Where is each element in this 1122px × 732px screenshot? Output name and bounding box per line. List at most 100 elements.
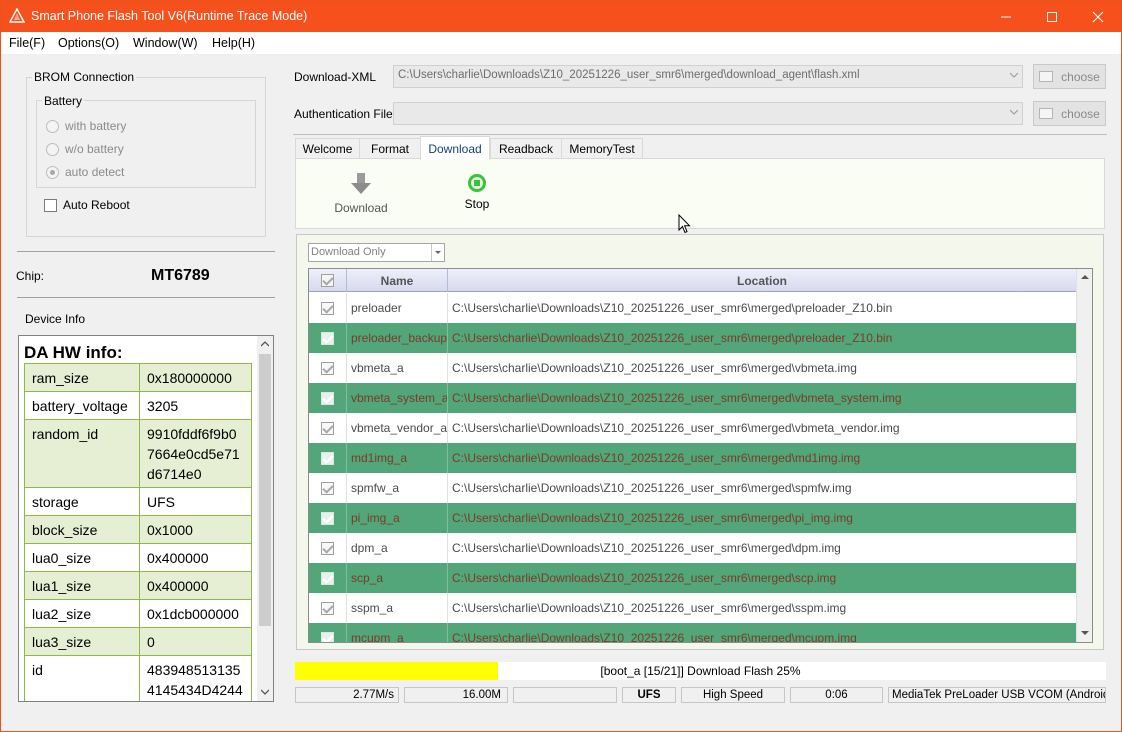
select-all-checkbox[interactable] (309, 269, 347, 292)
download-mode-select[interactable]: Download Only (308, 243, 445, 262)
minimize-button[interactable] (983, 1, 1029, 32)
table-row[interactable]: dpm_a C:\Users\charlie\Downloads\Z10_2025… (309, 533, 1076, 563)
download-xml-value: C:\Users\charlie\Downloads\Z10_20251226_… (398, 69, 860, 81)
table-row[interactable]: md1img_a C:\Users\charlie\Downloads\Z10_2… (309, 443, 1076, 473)
table-row[interactable]: vbmeta_vendor_a C:\Users\charlie\Download… (309, 413, 1076, 443)
choose-auth-file-button[interactable]: choose (1033, 101, 1106, 126)
tab-welcome[interactable]: Welcome (295, 138, 360, 159)
partition-name: vbmeta_vendor_a (347, 413, 448, 443)
partition-location[interactable]: C:\Users\charlie\Downloads\Z10_20251226_… (448, 473, 1076, 503)
column-header-name[interactable]: Name (347, 269, 448, 292)
radio-auto-detect[interactable]: auto detect (46, 165, 124, 179)
partition-location[interactable]: C:\Users\charlie\Downloads\Z10_20251226_… (448, 353, 1076, 383)
tab-format[interactable]: Format (359, 138, 421, 159)
partition-location[interactable]: C:\Users\charlie\Downloads\Z10_20251226_… (448, 383, 1076, 413)
partition-location[interactable]: C:\Users\charlie\Downloads\Z10_20251226_… (448, 533, 1076, 563)
row-checkbox[interactable] (309, 323, 347, 353)
partition-location[interactable]: C:\Users\charlie\Downloads\Z10_20251226_… (448, 443, 1076, 473)
partition-name: scp_a (347, 563, 448, 593)
table-row[interactable]: sspm_a C:\Users\charlie\Downloads\Z10_202… (309, 593, 1076, 623)
divider (293, 134, 1107, 135)
menu-help[interactable]: Help(H) (212, 36, 255, 50)
maximize-button[interactable] (1029, 1, 1075, 32)
table-row[interactable]: preloader C:\Users\charlie\Downloads\Z10_… (309, 293, 1076, 323)
chevron-down-icon (1010, 72, 1018, 78)
checkbox-icon (321, 511, 334, 525)
radio-circle-selected (46, 165, 59, 179)
row-checkbox[interactable] (309, 623, 347, 642)
stop-button-label: Stop (464, 197, 490, 211)
table-row[interactable]: vbmeta_a C:\Users\charlie\Downloads\Z10_2… (309, 353, 1076, 383)
download-progress-bar: [boot_a [15/21]] Download Flash 25% (295, 662, 1106, 680)
partition-location[interactable]: C:\Users\charlie\Downloads\Z10_20251226_… (448, 623, 1076, 642)
row-checkbox[interactable] (309, 533, 347, 563)
partition-location[interactable]: C:\Users\charlie\Downloads\Z10_20251226_… (448, 323, 1076, 353)
table-row[interactable]: preloader_backup C:\Users\charlie\Downloa… (309, 323, 1076, 353)
radio-with-battery[interactable]: with battery (46, 119, 126, 133)
app-logo-icon (9, 8, 25, 23)
stop-icon (468, 174, 486, 192)
row-checkbox[interactable] (309, 473, 347, 503)
row-checkbox[interactable] (309, 593, 347, 623)
table-row[interactable]: pi_img_a C:\Users\charlie\Downloads\Z10_2… (309, 503, 1076, 533)
scrollbar-thumb[interactable] (259, 354, 271, 626)
row-checkbox[interactable] (309, 563, 347, 593)
download-button[interactable]: Download (331, 171, 391, 215)
choose-download-xml-button[interactable]: choose (1033, 64, 1106, 89)
table-scrollbar[interactable] (1076, 269, 1092, 642)
row-checkbox[interactable] (309, 503, 347, 533)
table-row[interactable]: mcupm_a C:\Users\charlie\Downloads\Z10_20… (309, 623, 1076, 642)
scroll-down-icon[interactable] (261, 689, 269, 695)
tab-readback[interactable]: Readback (490, 138, 562, 159)
partition-location[interactable]: C:\Users\charlie\Downloads\Z10_20251226_… (448, 593, 1076, 623)
menu-options[interactable]: Options(O) (58, 36, 119, 50)
device-info-scrollbar[interactable] (257, 336, 273, 701)
download-xml-select[interactable]: C:\Users\charlie\Downloads\Z10_20251226_… (393, 65, 1023, 88)
column-header-location[interactable]: Location (448, 269, 1076, 292)
title-bar[interactable]: Smart Phone Flash Tool V6(Runtime Trace … (1, 1, 1121, 32)
partition-location[interactable]: C:\Users\charlie\Downloads\Z10_20251226_… (448, 293, 1076, 323)
hw-row-random-id: random_id 9910fddf6f9b07664e0cd5e71d6714e… (24, 419, 252, 488)
hw-value: 0x180000000 (139, 363, 252, 392)
hw-key: lua1_size (24, 571, 140, 600)
table-row[interactable]: scp_a C:\Users\charlie\Downloads\Z10_2025… (309, 563, 1076, 593)
auth-file-select[interactable] (393, 102, 1023, 125)
menu-window[interactable]: Window(W) (133, 36, 198, 50)
row-checkbox[interactable] (309, 443, 347, 473)
stop-button[interactable]: Stop (452, 173, 502, 211)
hw-row-lua2-size: lua2_size 0x1dcb000000 (24, 599, 252, 628)
row-checkbox[interactable] (309, 293, 347, 323)
tab-download[interactable]: Download (420, 136, 490, 160)
chip-label: Chip: (16, 269, 45, 283)
download-xml-label: Download-XML (294, 70, 377, 84)
checkbox-icon (321, 451, 334, 465)
divider (17, 251, 275, 252)
partition-location[interactable]: C:\Users\charlie\Downloads\Z10_20251226_… (448, 413, 1076, 443)
row-checkbox[interactable] (309, 383, 347, 413)
device-info-panel[interactable]: DA HW info: ram_size 0x180000000 battery_… (18, 335, 274, 702)
tab-memorytest[interactable]: MemoryTest (561, 138, 643, 159)
close-button[interactable] (1075, 1, 1121, 32)
auto-reboot-checkbox[interactable]: Auto Reboot (44, 198, 130, 212)
hw-row-lua3-size: lua3_size 0 (24, 627, 252, 656)
hw-row-lua0-size: lua0_size 0x400000 (24, 543, 252, 572)
hw-row-storage: storage UFS (24, 487, 252, 516)
partition-location[interactable]: C:\Users\charlie\Downloads\Z10_20251226_… (448, 563, 1076, 593)
partition-table[interactable]: Name Location preloader C:\Users\charlie\… (308, 268, 1093, 643)
app-window: Smart Phone Flash Tool V6(Runtime Trace … (0, 0, 1122, 732)
row-checkbox[interactable] (309, 413, 347, 443)
hw-value: 0x1000 (139, 515, 252, 544)
chip-value: MT6789 (151, 267, 210, 284)
partition-location[interactable]: C:\Users\charlie\Downloads\Z10_20251226_… (448, 503, 1076, 533)
scroll-up-icon[interactable] (261, 341, 269, 347)
button-label: choose (1061, 106, 1100, 121)
checkbox-icon (321, 421, 334, 435)
scroll-down-icon[interactable] (1081, 630, 1089, 636)
menu-file[interactable]: File(F) (9, 36, 45, 50)
row-checkbox[interactable] (309, 353, 347, 383)
table-row[interactable]: vbmeta_system_a C:\Users\charlie\Download… (309, 383, 1076, 413)
scroll-up-icon[interactable] (1081, 274, 1089, 280)
table-row[interactable]: spmfw_a C:\Users\charlie\Downloads\Z10_20… (309, 473, 1076, 503)
radio-wo-battery[interactable]: w/o battery (46, 142, 124, 156)
hw-key: id (24, 655, 140, 701)
